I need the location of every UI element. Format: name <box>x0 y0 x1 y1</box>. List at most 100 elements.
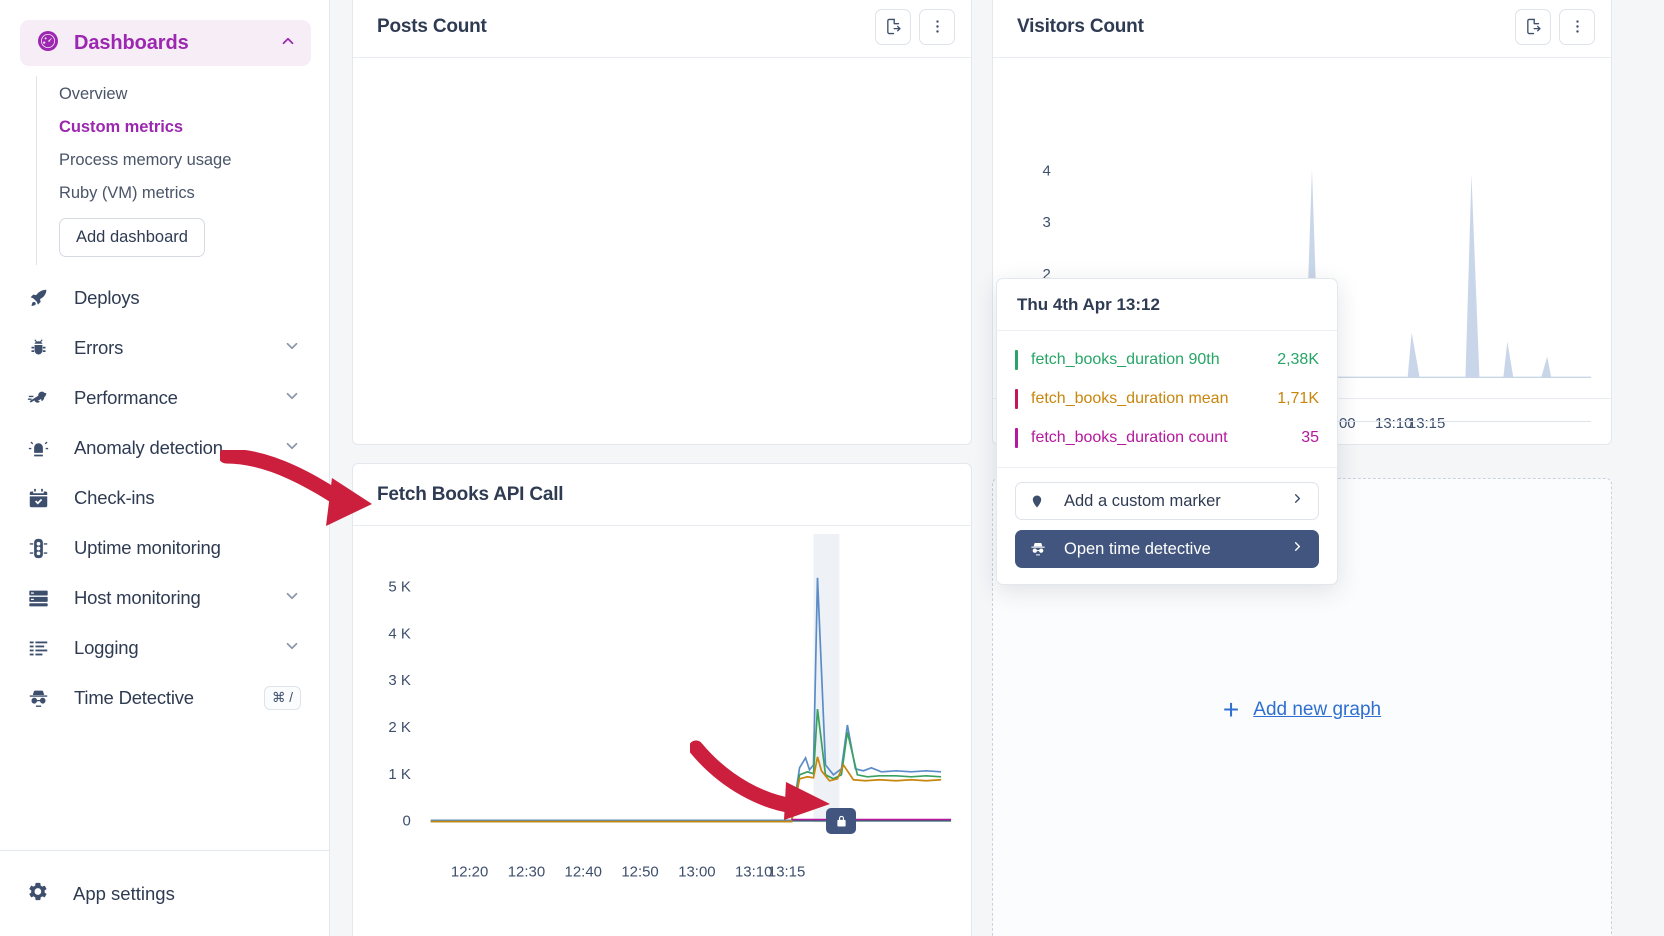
sidebar-item-errors[interactable]: Errors <box>0 323 329 373</box>
map-pin-icon <box>1030 493 1050 510</box>
card-title: Visitors Count <box>1017 15 1144 37</box>
time-detective-shortcut: ⌘ / <box>263 686 301 710</box>
sidebar-item-label: Anomaly detection <box>74 437 223 458</box>
series-name: fetch_books_duration 90th <box>1031 350 1220 368</box>
plus-icon: + <box>1222 693 1240 725</box>
card-header: Posts Count <box>353 0 971 58</box>
sidebar-item-label: Logging <box>74 637 139 658</box>
detective-icon <box>1030 541 1050 557</box>
dashboard-gauge-icon <box>36 29 60 58</box>
sidebar-item-performance[interactable]: Performance <box>0 373 329 423</box>
series-value: 2,38K <box>1277 350 1319 368</box>
button-label: Add a custom marker <box>1064 491 1221 510</box>
gear-icon <box>26 880 49 908</box>
sidebar-item-label: App settings <box>73 882 175 904</box>
lock-icon[interactable] <box>826 808 856 834</box>
svg-text:5 K: 5 K <box>388 579 410 596</box>
chevron-right-icon <box>1290 491 1305 511</box>
export-document-icon[interactable] <box>1515 8 1551 45</box>
sidebar-item-label: Time Detective <box>74 687 194 708</box>
card-posts-count: Posts Count <box>352 0 972 445</box>
sidebar-subitem-process-memory-usage[interactable]: Process memory usage <box>59 144 329 177</box>
card-header-actions <box>1515 8 1595 45</box>
card-title: Posts Count <box>377 15 487 37</box>
add-new-graph-link[interactable]: + Add new graph <box>1222 693 1382 725</box>
posts-count-chart[interactable] <box>353 58 971 444</box>
dashboards-sub-list: Overview Custom metrics Process memory u… <box>36 76 329 265</box>
bug-icon <box>26 336 50 360</box>
series-name: fetch_books_duration count <box>1031 428 1228 446</box>
sidebar-item-label: Host monitoring <box>74 587 201 608</box>
chevron-down-icon[interactable] <box>283 337 301 360</box>
add-custom-marker-button[interactable]: Add a custom marker <box>1015 482 1319 520</box>
open-time-detective-button[interactable]: Open time detective <box>1015 530 1319 568</box>
detective-icon <box>26 686 50 710</box>
sidebar-subitem-custom-metrics[interactable]: Custom metrics <box>59 111 329 144</box>
series-color-swatch <box>1015 349 1018 370</box>
card-fetch-books: Fetch Books API Call 5 K 4 K 3 K 2 K 1 K… <box>352 463 972 936</box>
svg-text:4 K: 4 K <box>388 625 410 642</box>
more-vertical-icon[interactable] <box>919 8 955 45</box>
server-icon <box>26 586 50 610</box>
sidebar-item-anomaly-detection[interactable]: Anomaly detection <box>0 423 329 473</box>
chevron-down-icon[interactable] <box>283 387 301 410</box>
sidebar-item-deploys[interactable]: Deploys <box>0 273 329 323</box>
sidebar-subitem-ruby-vm-metrics[interactable]: Ruby (VM) metrics <box>59 177 329 210</box>
series-value: 35 <box>1301 428 1319 446</box>
chart-tooltip-popover: Thu 4th Apr 13:12 fetch_books_duration 9… <box>996 278 1338 585</box>
card-header-actions <box>875 8 955 45</box>
tooltip-actions: Add a custom marker Open time detective <box>997 468 1337 584</box>
svg-text:13:00: 13:00 <box>678 863 715 880</box>
traffic-light-icon <box>26 536 50 560</box>
siren-icon <box>26 436 50 460</box>
chevron-right-icon <box>1290 539 1305 559</box>
sidebar-item-label: Check-ins <box>74 487 155 508</box>
main-content: Posts Count Visitors Count 4 3 2 13:10 1… <box>330 0 1664 936</box>
sidebar-item-logging[interactable]: Logging <box>0 623 329 673</box>
rocket-icon <box>26 286 50 310</box>
sidebar-item-label: Performance <box>74 387 178 408</box>
sidebar-item-time-detective[interactable]: Time Detective ⌘ / <box>0 673 329 723</box>
sidebar-item-uptime-monitoring[interactable]: Uptime monitoring <box>0 523 329 573</box>
add-dashboard-button[interactable]: Add dashboard <box>59 218 205 257</box>
svg-text:13:10: 13:10 <box>735 863 772 880</box>
series-name: fetch_books_duration mean <box>1031 389 1229 407</box>
series-color-swatch <box>1015 388 1018 409</box>
svg-text:3 K: 3 K <box>388 672 410 689</box>
tooltip-row: fetch_books_duration 90th 2,38K <box>1015 340 1319 379</box>
sidebar-item-label: Deploys <box>74 287 140 308</box>
fetch-books-chart[interactable]: 5 K 4 K 3 K 2 K 1 K 0 12:20 12:30 12:40 … <box>353 526 971 936</box>
sidebar-item-label: Errors <box>74 337 124 358</box>
add-new-graph-label: Add new graph <box>1253 698 1382 720</box>
chevron-down-icon[interactable] <box>283 587 301 610</box>
button-label: Open time detective <box>1064 539 1211 558</box>
calendar-check-icon <box>26 486 50 510</box>
tooltip-timestamp: Thu 4th Apr 13:12 <box>997 279 1337 331</box>
fetch-books-plot: 5 K 4 K 3 K 2 K 1 K 0 12:20 12:30 12:40 … <box>388 533 952 880</box>
export-document-icon[interactable] <box>875 8 911 45</box>
svg-text:12:50: 12:50 <box>621 863 658 880</box>
list-lines-icon <box>26 636 50 660</box>
chevron-up-icon[interactable] <box>279 32 297 55</box>
sidebar-item-label: Dashboards <box>74 31 189 54</box>
series-value: 1,71K <box>1277 389 1319 407</box>
sidebar: Dashboards Overview Custom metrics Proce… <box>0 0 330 936</box>
tooltip-metric-rows: fetch_books_duration 90th 2,38K fetch_bo… <box>997 331 1337 468</box>
sidebar-item-app-settings[interactable]: App settings <box>0 850 329 936</box>
svg-text:13:15: 13:15 <box>768 863 805 880</box>
sidebar-scroll-area: Dashboards Overview Custom metrics Proce… <box>0 0 329 850</box>
svg-text:2 K: 2 K <box>388 719 410 736</box>
svg-text:1 K: 1 K <box>388 766 410 783</box>
chevron-down-icon[interactable] <box>283 637 301 660</box>
card-header: Fetch Books API Call <box>353 464 971 526</box>
svg-text:0: 0 <box>402 813 410 830</box>
chevron-down-icon[interactable] <box>283 437 301 460</box>
sidebar-item-dashboards[interactable]: Dashboards <box>20 20 311 66</box>
sidebar-item-host-monitoring[interactable]: Host monitoring <box>0 573 329 623</box>
svg-text:12:30: 12:30 <box>508 863 545 880</box>
sidebar-item-label: Uptime monitoring <box>74 537 221 558</box>
sidebar-item-check-ins[interactable]: Check-ins <box>0 473 329 523</box>
more-vertical-icon[interactable] <box>1559 8 1595 45</box>
card-header: Visitors Count <box>993 0 1611 58</box>
sidebar-subitem-overview[interactable]: Overview <box>59 78 329 111</box>
